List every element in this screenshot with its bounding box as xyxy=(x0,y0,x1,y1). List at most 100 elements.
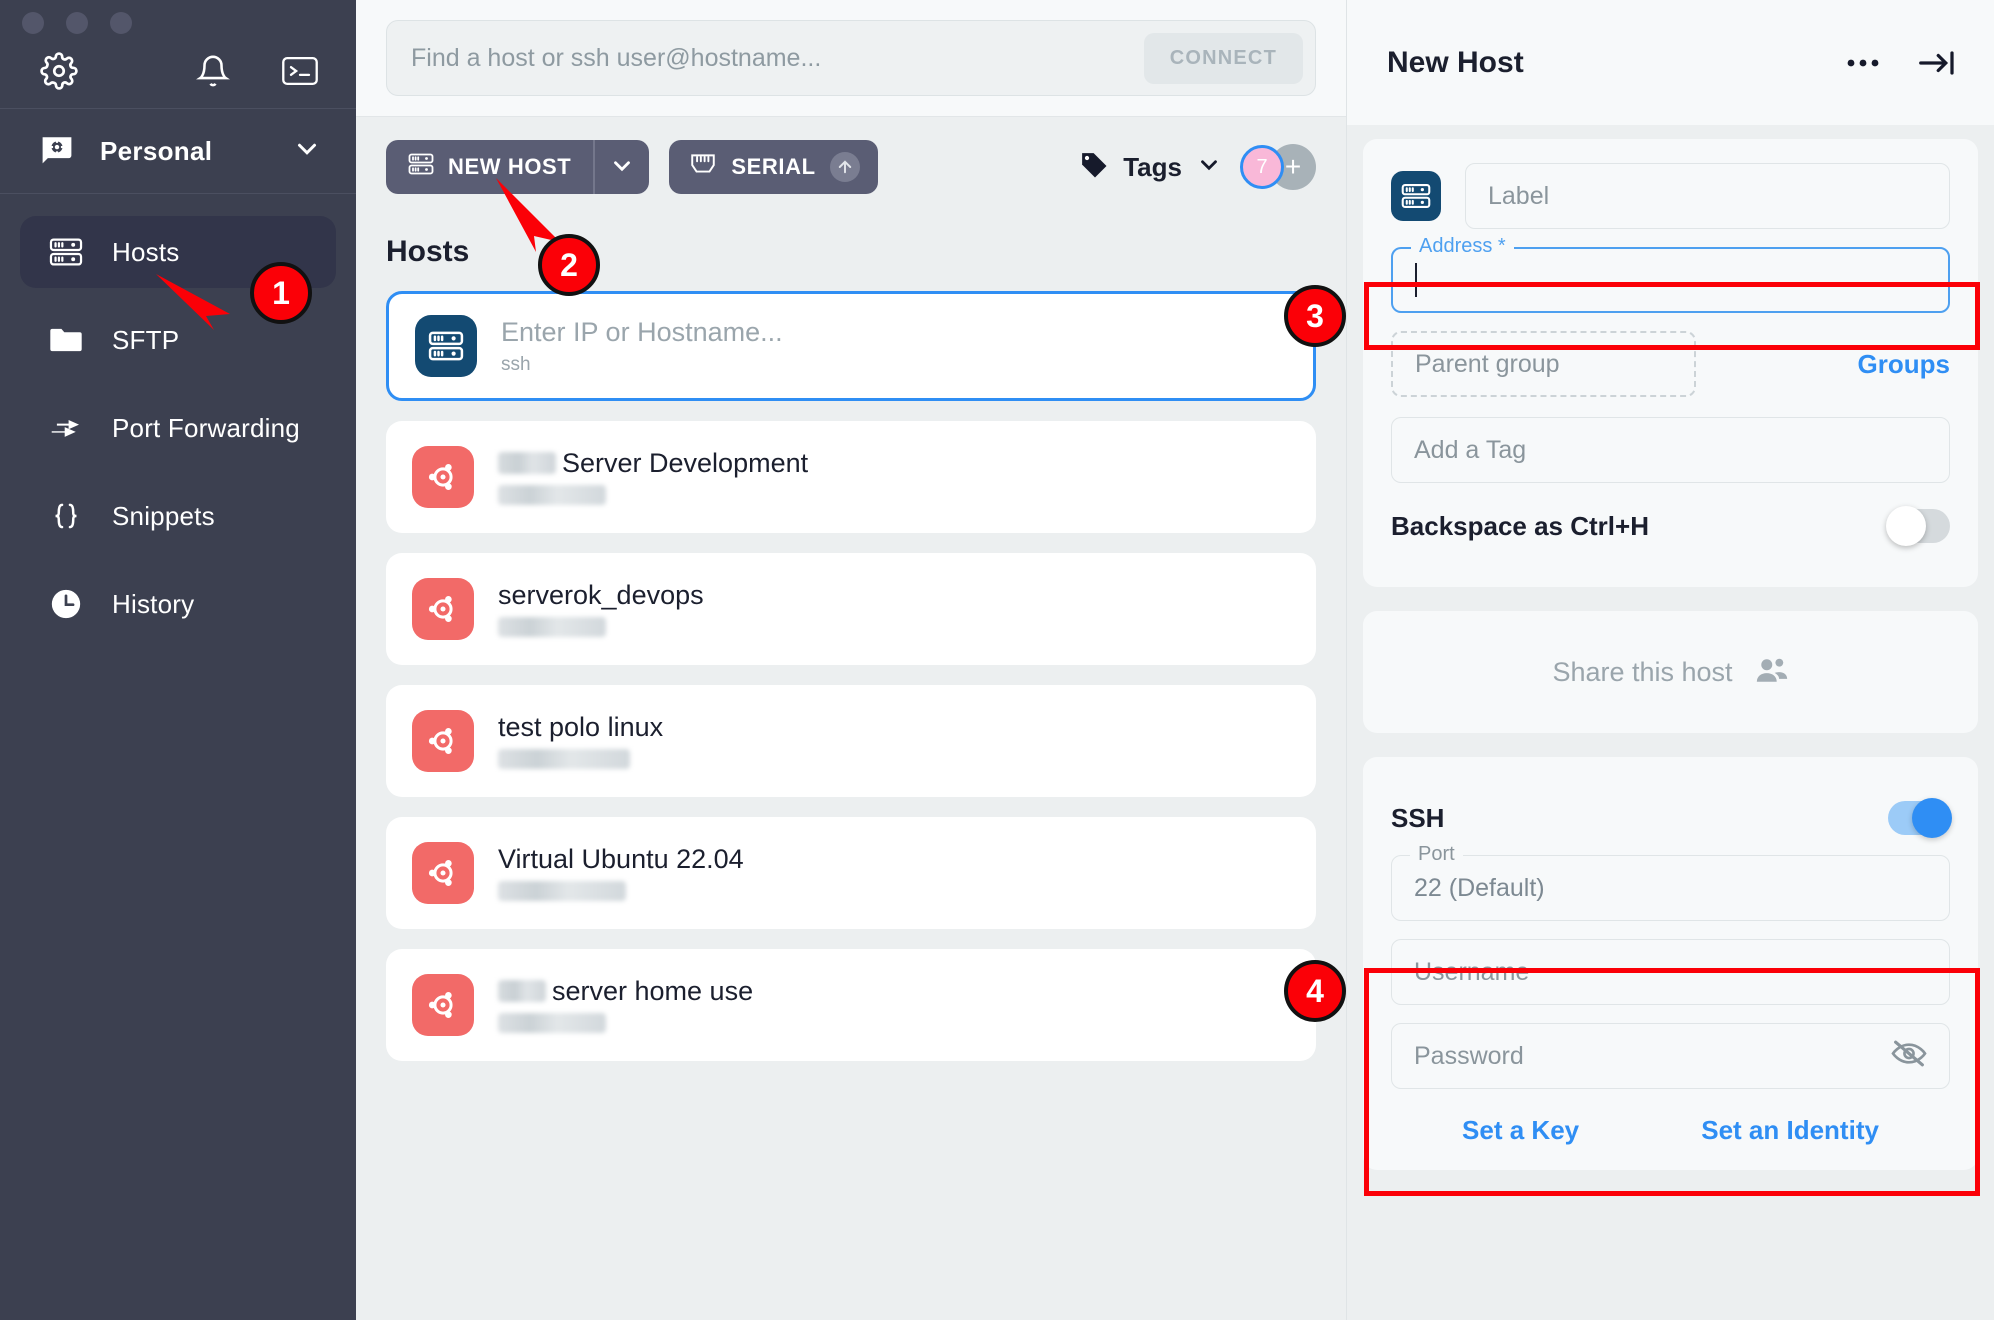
host-name-label: Server Development xyxy=(498,448,808,479)
parent-group-input[interactable]: Parent group xyxy=(1391,331,1696,397)
chevron-down-icon xyxy=(1196,152,1222,183)
team-name-label: Personal xyxy=(100,135,213,166)
serial-button[interactable]: SERIAL xyxy=(669,140,878,194)
minimize-window-button[interactable] xyxy=(66,12,88,34)
new-host-button-label: NEW HOST xyxy=(448,154,572,179)
host-address-label xyxy=(498,617,704,639)
sidebar-item-port-forwarding[interactable]: Port Forwarding xyxy=(20,392,336,464)
tags-label: Tags xyxy=(1123,151,1182,182)
sidebar: Personal Hosts SFTP Port Forwarding Snip… xyxy=(0,0,356,1320)
sidebar-item-hosts[interactable]: Hosts xyxy=(20,216,336,288)
backspace-toggle-label: Backspace as Ctrl+H xyxy=(1391,510,1649,541)
backspace-ctrl-h-toggle[interactable] xyxy=(1886,506,1950,546)
toolbar: NEW HOST SERIAL Tags + 7 xyxy=(356,117,1346,217)
host-row-text: Virtual Ubuntu 22.04 xyxy=(498,844,744,903)
host-row-text: serverok_devops xyxy=(498,580,704,639)
search-bar[interactable]: Find a host or ssh user@hostname... CONN… xyxy=(386,20,1316,96)
window-traffic-lights xyxy=(0,0,356,34)
host-address-label xyxy=(498,485,808,507)
label-input[interactable] xyxy=(1465,163,1950,229)
address-input[interactable]: Address * xyxy=(1391,235,1950,313)
forward-arrow-icon xyxy=(48,415,84,441)
port-input[interactable]: Port 22 (Default) xyxy=(1391,843,1950,921)
table-row[interactable]: test polo linux xyxy=(386,685,1316,797)
ssh-toggle[interactable] xyxy=(1888,798,1952,838)
arrow-up-icon xyxy=(829,152,860,182)
new-host-dropdown-button[interactable] xyxy=(593,140,650,194)
label-field-row xyxy=(1391,163,1950,229)
host-name-label: server home use xyxy=(498,976,753,1007)
sidebar-item-label: Hosts xyxy=(112,236,180,267)
backspace-toggle-row: Backspace as Ctrl+H xyxy=(1391,489,1950,563)
folder-icon xyxy=(48,326,84,354)
vault-icon xyxy=(40,134,74,169)
redacted-text xyxy=(498,452,556,474)
new-host-button-group: NEW HOST xyxy=(386,140,650,194)
tags-filter-button[interactable]: Tags xyxy=(1079,150,1222,185)
share-host-label: Share this host xyxy=(1552,656,1733,687)
host-row-text: Server Development xyxy=(498,448,808,507)
new-host-button[interactable]: NEW HOST xyxy=(386,140,594,194)
username-input[interactable] xyxy=(1391,939,1950,1005)
avatar[interactable]: 7 xyxy=(1240,145,1284,189)
password-input[interactable] xyxy=(1391,1023,1950,1089)
table-row[interactable]: Server Development xyxy=(386,421,1316,533)
avatar-group: + 7 xyxy=(1240,144,1316,190)
set-an-identity-link[interactable]: Set an Identity xyxy=(1701,1115,1879,1146)
table-row[interactable]: server home use xyxy=(386,949,1316,1061)
port-field-legend: Port xyxy=(1410,843,1463,866)
ubuntu-icon xyxy=(412,974,474,1036)
sidebar-item-label: Snippets xyxy=(112,500,215,531)
chevron-down-icon xyxy=(609,153,635,182)
braces-icon xyxy=(48,501,84,531)
sidebar-item-history[interactable]: History xyxy=(20,568,336,640)
search-bar-area: Find a host or ssh user@hostname... CONN… xyxy=(356,0,1346,117)
set-a-key-link[interactable]: Set a Key xyxy=(1462,1115,1579,1146)
server-icon[interactable] xyxy=(1391,171,1441,221)
ubuntu-icon xyxy=(412,710,474,772)
parent-group-row: Parent group Groups xyxy=(1391,331,1950,397)
ubuntu-icon xyxy=(412,446,474,508)
share-host-button[interactable]: Share this host xyxy=(1363,611,1978,733)
terminal-icon[interactable] xyxy=(282,56,318,86)
chevron-down-icon[interactable] xyxy=(292,134,322,169)
add-tag-input[interactable] xyxy=(1391,417,1950,483)
search-input[interactable]: Find a host or ssh user@hostname... xyxy=(411,44,1144,73)
ssh-card: SSH Port 22 (Default) Username Password … xyxy=(1363,757,1978,1170)
redacted-text xyxy=(498,1013,606,1034)
redacted-text xyxy=(498,485,606,506)
ssh-toggle-row: SSH xyxy=(1391,781,1952,855)
panel-header: New Host xyxy=(1347,0,1994,125)
eye-off-icon[interactable] xyxy=(1890,1038,1928,1075)
hosts-list-area: Hosts Enter IP or Hostname... ssh Server… xyxy=(356,217,1346,1320)
server-icon xyxy=(408,152,434,182)
host-protocol-label: ssh xyxy=(501,353,531,375)
table-row[interactable]: Virtual Ubuntu 22.04 xyxy=(386,817,1316,929)
host-name-label: test polo linux xyxy=(498,711,664,742)
team-selector[interactable]: Personal xyxy=(0,109,356,193)
close-window-button[interactable] xyxy=(22,12,44,34)
sidebar-item-snippets[interactable]: Snippets xyxy=(20,480,336,552)
gear-icon[interactable] xyxy=(40,52,78,90)
text-caret xyxy=(1415,263,1417,297)
toolbar-right-group: Tags + 7 xyxy=(1079,144,1316,190)
ellipsis-icon[interactable] xyxy=(1846,56,1880,70)
bell-icon[interactable] xyxy=(196,54,230,88)
new-host-entry-row[interactable]: Enter IP or Hostname... ssh xyxy=(386,291,1316,401)
ethernet-port-icon xyxy=(689,152,717,182)
hostname-input[interactable]: Enter IP or Hostname... xyxy=(501,317,783,348)
panel-body: Address * Parent group Groups Backspace … xyxy=(1347,125,1994,1320)
maximize-window-button[interactable] xyxy=(110,12,132,34)
host-address-label xyxy=(498,1013,753,1035)
password-field-wrap xyxy=(1391,1023,1950,1089)
main-content: Find a host or ssh user@hostname... CONN… xyxy=(356,0,1346,1320)
hosts-section-title: Hosts xyxy=(386,235,470,268)
table-row[interactable]: serverok_devops xyxy=(386,553,1316,665)
connect-button[interactable]: CONNECT xyxy=(1143,32,1303,84)
arrow-to-line-icon[interactable] xyxy=(1918,48,1956,78)
server-icon xyxy=(415,315,477,377)
app-window: Personal Hosts SFTP Port Forwarding Snip… xyxy=(0,0,1994,1320)
sidebar-item-sftp[interactable]: SFTP xyxy=(20,304,336,376)
redacted-text xyxy=(498,980,546,1002)
groups-link[interactable]: Groups xyxy=(1858,349,1950,380)
